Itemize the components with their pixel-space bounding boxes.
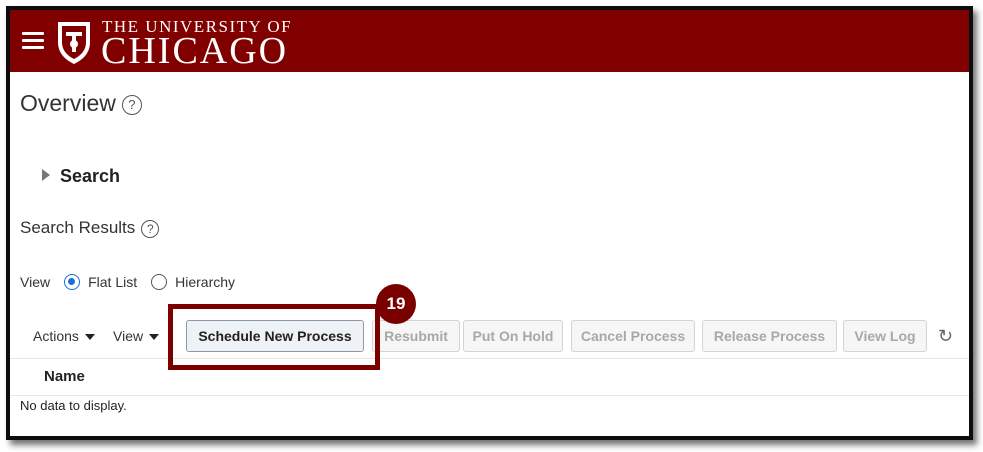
view-menu[interactable]: View — [113, 328, 160, 344]
table-header: Name — [10, 358, 969, 396]
app-frame: THE UNIVERSITY OF CHICAGO Overview? Sear… — [6, 6, 973, 440]
search-results-title: Search Results? — [20, 218, 160, 238]
expand-triangle-icon — [42, 169, 50, 182]
column-header-name[interactable]: Name — [44, 368, 85, 385]
hierarchy-label[interactable]: Hierarchy — [175, 274, 235, 290]
callout-highlight-box — [168, 304, 380, 370]
university-shield-icon — [58, 22, 90, 64]
refresh-icon[interactable]: ↻ — [938, 326, 953, 347]
cancel-process-button[interactable]: Cancel Process — [571, 320, 695, 352]
page-title-text: Overview — [20, 90, 116, 116]
view-log-button[interactable]: View Log — [843, 320, 927, 352]
callout-step-badge: 19 — [376, 284, 416, 324]
logo-title: CHICAGO — [101, 30, 289, 72]
results-help-icon[interactable]: ? — [141, 219, 160, 238]
app-header: THE UNIVERSITY OF CHICAGO — [10, 10, 969, 72]
view-mode-label: View — [20, 274, 51, 290]
page-title: Overview? — [20, 90, 142, 117]
help-icon[interactable]: ? — [121, 94, 142, 115]
actions-menu-label: Actions — [33, 328, 79, 344]
results-toolbar: Actions View Schedule New Process Resubm… — [10, 320, 969, 354]
search-label: Search — [60, 166, 121, 186]
actions-menu[interactable]: Actions — [33, 328, 95, 344]
view-menu-label: View — [113, 328, 144, 344]
search-results-text: Search Results — [20, 218, 136, 237]
hamburger-menu-icon[interactable] — [22, 32, 44, 50]
flat-list-label[interactable]: Flat List — [88, 274, 137, 290]
empty-table-message: No data to display. — [20, 398, 127, 413]
hierarchy-radio[interactable] — [151, 274, 168, 290]
flat-list-radio[interactable] — [64, 274, 81, 290]
resubmit-button[interactable]: Resubmit — [372, 320, 460, 352]
release-process-button[interactable]: Release Process — [702, 320, 837, 352]
search-disclosure[interactable]: Search — [42, 166, 120, 187]
view-mode-selector: View Flat List Hierarchy — [20, 274, 235, 290]
chevron-down-icon — [84, 334, 95, 341]
chevron-down-icon — [149, 334, 160, 341]
put-on-hold-button[interactable]: Put On Hold — [463, 320, 563, 352]
